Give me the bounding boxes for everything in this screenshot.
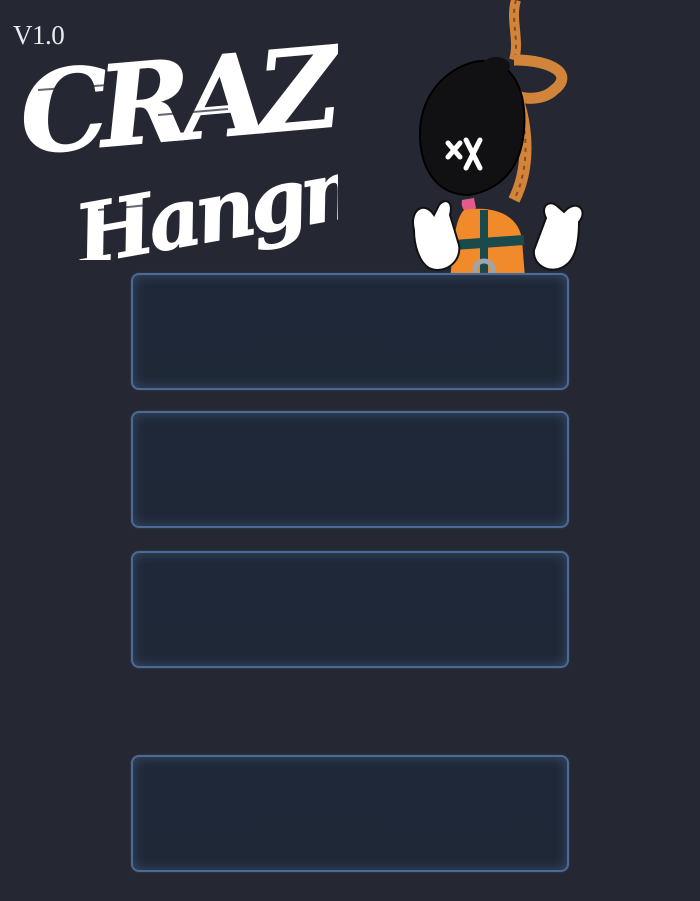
menu-button-1[interactable] [131,273,569,390]
crazy-hangman-logo: CRAZY Hangman [14,15,492,285]
hanged-mascot-icon [404,0,594,290]
menu-button-2[interactable] [131,411,569,528]
menu-button-3[interactable] [131,551,569,668]
menu-button-4[interactable] [131,755,569,872]
